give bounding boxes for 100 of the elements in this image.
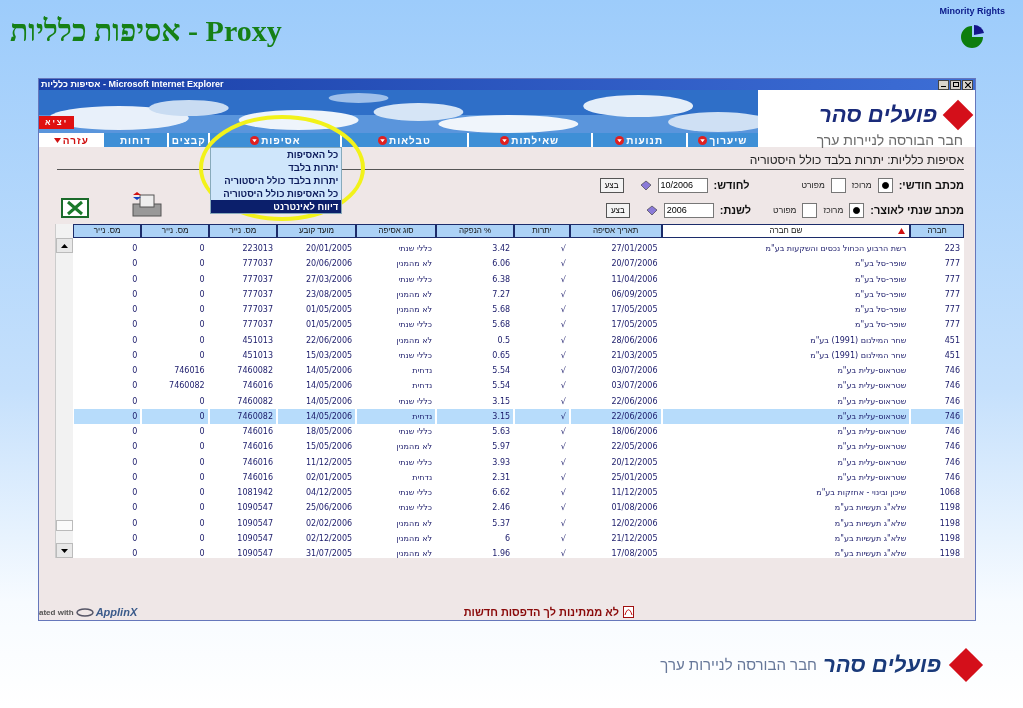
- scroll-thumb[interactable]: [56, 520, 73, 531]
- table-cell-text: כללי שנתי: [397, 395, 434, 408]
- exit-button[interactable]: יציא: [39, 116, 75, 129]
- pie-chart-icon: [960, 24, 985, 48]
- table-cell-text: שטראוס-עלית בע"מ: [836, 441, 908, 454]
- footer-logo-name: פועלים סהר: [823, 651, 941, 678]
- table-cell-text: כללי שנתי: [397, 319, 434, 332]
- table-cell: 0: [74, 408, 141, 424]
- table-cell-text: √: [559, 334, 567, 347]
- table-cell: 7460082: [209, 408, 276, 424]
- table-cell-text: 1090547: [236, 517, 274, 530]
- menu-item[interactable]: כל האסיפות כולל היסטוריה: [211, 187, 342, 200]
- table-cell-text: 01/08/2006: [610, 502, 659, 515]
- table-cell-text: 746016: [241, 426, 274, 438]
- table-cell-text: כללי שנתי: [397, 487, 434, 499]
- table-cell-text: 0: [198, 517, 206, 530]
- calendar-icon[interactable]: [639, 179, 652, 191]
- menu-item[interactable]: יתרות בלבד: [211, 161, 342, 174]
- table-cell-text: לא מהמנין: [395, 334, 434, 347]
- column-header[interactable]: שם חברה: [662, 225, 910, 237]
- table-cell-text: 0: [131, 258, 139, 271]
- column-header[interactable]: סוג אסיפה: [357, 225, 436, 237]
- radio-button[interactable]: [877, 177, 893, 193]
- run-button[interactable]: בצע: [605, 202, 630, 218]
- column-header[interactable]: חברה: [911, 225, 963, 237]
- table-cell-text: 0: [131, 456, 139, 469]
- column-header[interactable]: מס. נייר: [142, 225, 208, 237]
- radio-button[interactable]: [802, 202, 818, 218]
- table-cell-text: 27/01/2005: [610, 243, 659, 255]
- spreadsheet-icon[interactable]: [61, 198, 89, 218]
- table-cell-text: 0: [131, 273, 139, 286]
- table-cell-text: 22/05/2006: [610, 441, 659, 454]
- table-cell-text: 2.46: [491, 502, 512, 515]
- table-cell-text: 1090547: [236, 502, 274, 515]
- table-cell-text: 0: [198, 456, 206, 469]
- table-cell-text: שחר המילנום (1991) בע"מ: [809, 349, 908, 362]
- table-cell: 746: [911, 408, 963, 424]
- table-cell-text: 0: [198, 273, 206, 286]
- menu-item[interactable]: דיווח לאינטרנט: [211, 200, 342, 213]
- table-cell-text: 11/12/2005: [610, 487, 659, 499]
- table-cell-text: 5.68: [491, 304, 512, 316]
- radio-label: מפורט: [801, 180, 825, 190]
- table-cell-text: לא מהמנין: [395, 258, 434, 271]
- table-cell: √: [515, 408, 569, 424]
- table-cell-text: 22/06/2006: [610, 395, 659, 408]
- period-label: לחודש:: [713, 179, 750, 191]
- table-cell-text: √: [559, 304, 567, 316]
- period-field[interactable]: 10/2006: [657, 177, 708, 193]
- column-header[interactable]: מועד קובע: [278, 225, 356, 237]
- column-header[interactable]: מס. נייר: [209, 225, 276, 237]
- menu-item[interactable]: יתרות בלבד כולל היסטוריה: [211, 174, 342, 187]
- minimize-button[interactable]: [938, 79, 949, 90]
- calendar-icon[interactable]: [645, 204, 658, 216]
- printer-icon[interactable]: [131, 192, 163, 218]
- table-cell-text: 746: [943, 365, 961, 377]
- scrollbar[interactable]: [55, 224, 73, 558]
- radio-label: מרוכז: [851, 180, 872, 190]
- table-cell-text: 11/12/2005: [304, 456, 354, 469]
- table-cell-text: 03/07/2006: [610, 380, 659, 393]
- maximize-button[interactable]: [950, 79, 961, 90]
- table-cell-text: 1198: [938, 502, 961, 515]
- generated-label: ated with: [39, 607, 74, 617]
- menu-item[interactable]: כל האסיפות: [211, 148, 342, 161]
- table-cell-text: 5.63: [491, 426, 512, 438]
- table-cell-text: לא מהמנין: [395, 548, 434, 560]
- period-field[interactable]: 2006: [663, 202, 714, 218]
- table-cell-text: שטראוס-עלית בע"מ: [836, 380, 908, 393]
- column-header[interactable]: % הנפקה: [437, 225, 514, 237]
- table-cell-text: 0: [131, 319, 139, 332]
- table-cell-text: 1081942: [236, 487, 274, 499]
- table-cell-text: √: [559, 243, 567, 255]
- radio-button[interactable]: [849, 202, 865, 218]
- brand-name: ApplinX: [95, 606, 138, 618]
- table-cell-text: 20/07/2006: [610, 258, 659, 271]
- radio-button[interactable]: [830, 177, 846, 193]
- table-cell-text: 02/01/2005: [304, 471, 354, 484]
- table-cell-text: שלא"ג תעשיות בע"מ: [833, 548, 908, 560]
- table-cell-text: √: [559, 502, 567, 515]
- table-cell-text: 746: [943, 441, 961, 454]
- run-button[interactable]: בצע: [599, 177, 624, 193]
- table-cell-text: 746016: [173, 365, 206, 377]
- table-cell-text: 451013: [241, 349, 274, 362]
- table-cell-text: כללי שנתי: [397, 273, 434, 286]
- table-cell-text: √: [559, 548, 567, 560]
- table-cell-text: 22/06/2006: [304, 334, 354, 347]
- column-header[interactable]: יתרות: [515, 225, 569, 237]
- window-title: אסיפות כלליות - Microsoft Internet Explorer: [41, 79, 224, 90]
- close-button[interactable]: [962, 79, 973, 90]
- column-header[interactable]: תאריך אסיפה: [570, 225, 661, 237]
- table-cell-text: 777: [943, 258, 961, 271]
- table-cell-text: √: [559, 365, 567, 377]
- table-cell-text: 777037: [241, 304, 274, 316]
- table-cell-text: 17/08/2005: [610, 548, 659, 560]
- column-header[interactable]: מס. נייר: [74, 225, 141, 237]
- table-cell-text: 0: [131, 304, 139, 316]
- table-cell-text: 746: [943, 456, 961, 469]
- table-cell-text: 0: [198, 426, 206, 438]
- table-cell-text: 31/07/2005: [304, 548, 354, 560]
- table-cell-text: 18/05/2006: [304, 426, 354, 438]
- table-cell-text: 20/12/2005: [610, 456, 659, 469]
